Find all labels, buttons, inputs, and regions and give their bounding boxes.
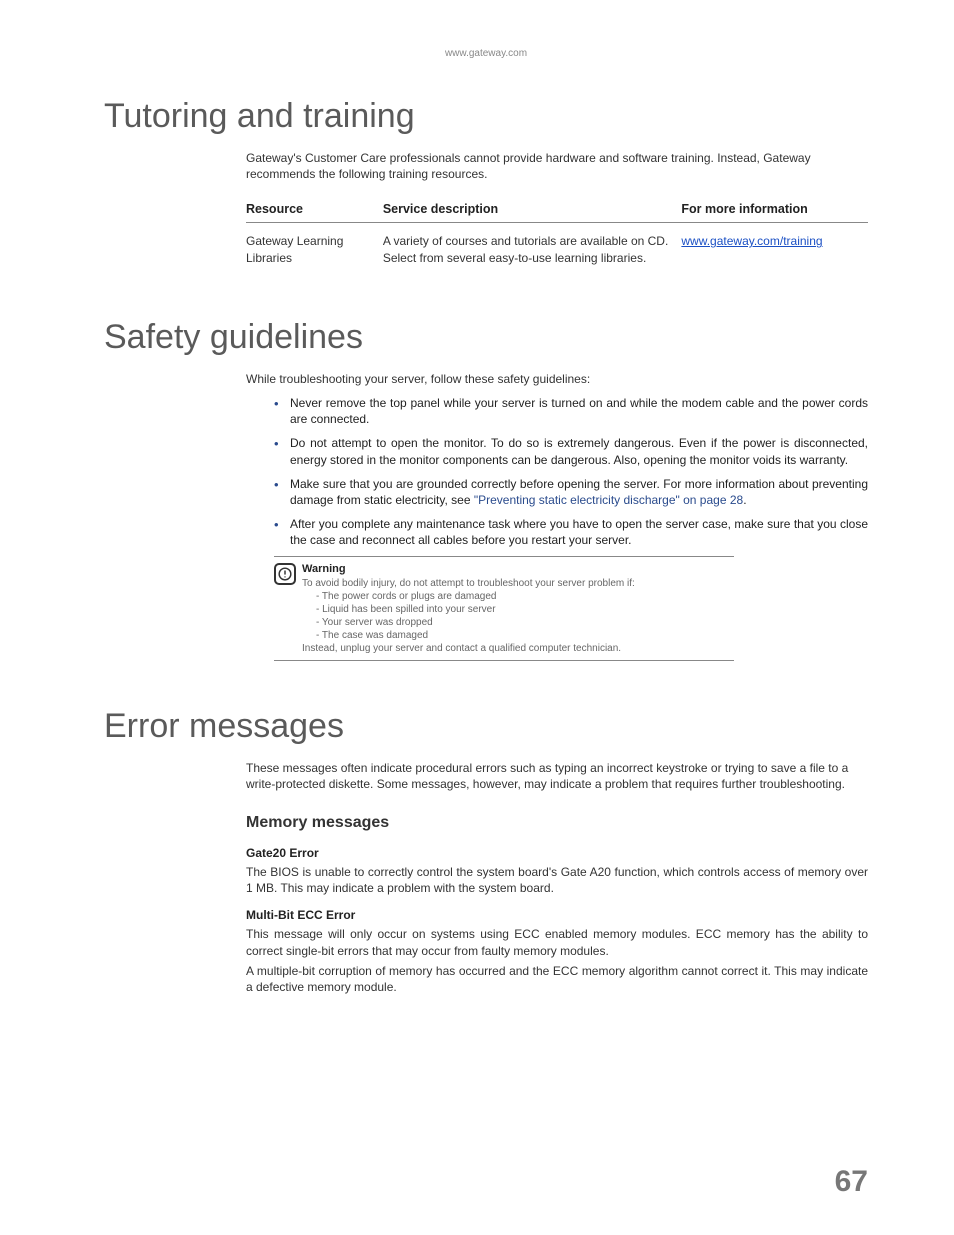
warning-item: - The power cords or plugs are damaged [302,590,734,603]
heading-memory-messages: Memory messages [246,814,868,832]
th-moreinfo: For more information [681,196,868,223]
resources-table: Resource Service description For more in… [246,196,868,271]
warning-item: - The case was damaged [302,629,734,642]
safety-intro: While troubleshooting your server, follo… [246,371,868,387]
errors-intro: These messages often indicate procedural… [246,760,868,792]
warning-tail: Instead, unplug your server and contact … [302,642,734,655]
heading-safety: Safety guidelines [104,318,868,357]
warning-item: - Liquid has been spilled into your serv… [302,603,734,616]
heading-tutoring: Tutoring and training [104,97,868,136]
header-url: www.gateway.com [104,48,868,59]
static-discharge-link[interactable]: "Preventing static electricity discharge… [474,493,743,507]
list-item: Do not attempt to open the monitor. To d… [274,435,868,467]
list-item: After you complete any maintenance task … [274,516,868,548]
training-link[interactable]: www.gateway.com/training [681,234,822,248]
cell-desc: A variety of courses and tutorials are a… [383,223,682,272]
gate20-body: The BIOS is unable to correctly control … [246,864,868,896]
warning-title: Warning [302,562,734,576]
list-item: Make sure that you are grounded correctl… [274,476,868,508]
page-number: 67 [835,1165,868,1199]
multibit-body2: A multiple-bit corruption of memory has … [246,963,868,995]
warning-box: Warning To avoid bodily injury, do not a… [274,556,734,660]
heading-errors: Error messages [104,707,868,746]
warning-item: - Your server was dropped [302,616,734,629]
tutoring-intro: Gateway's Customer Care professionals ca… [246,150,868,182]
bullet3-post: . [743,493,746,507]
warning-icon [274,563,296,585]
th-service: Service description [383,196,682,223]
table-header-row: Resource Service description For more in… [246,196,868,223]
safety-bullets: Never remove the top panel while your se… [246,395,868,549]
warning-lead: To avoid bodily injury, do not attempt t… [302,577,734,590]
multibit-body1: This message will only occur on systems … [246,926,868,958]
heading-multibit: Multi-Bit ECC Error [246,908,868,922]
list-item: Never remove the top panel while your se… [274,395,868,427]
th-resource: Resource [246,196,383,223]
warning-content: Warning To avoid bodily injury, do not a… [302,562,734,654]
cell-resource: Gateway Learning Libraries [246,223,383,272]
table-row: Gateway Learning Libraries A variety of … [246,223,868,272]
heading-gate20: Gate20 Error [246,846,868,860]
cell-link: www.gateway.com/training [681,223,868,272]
